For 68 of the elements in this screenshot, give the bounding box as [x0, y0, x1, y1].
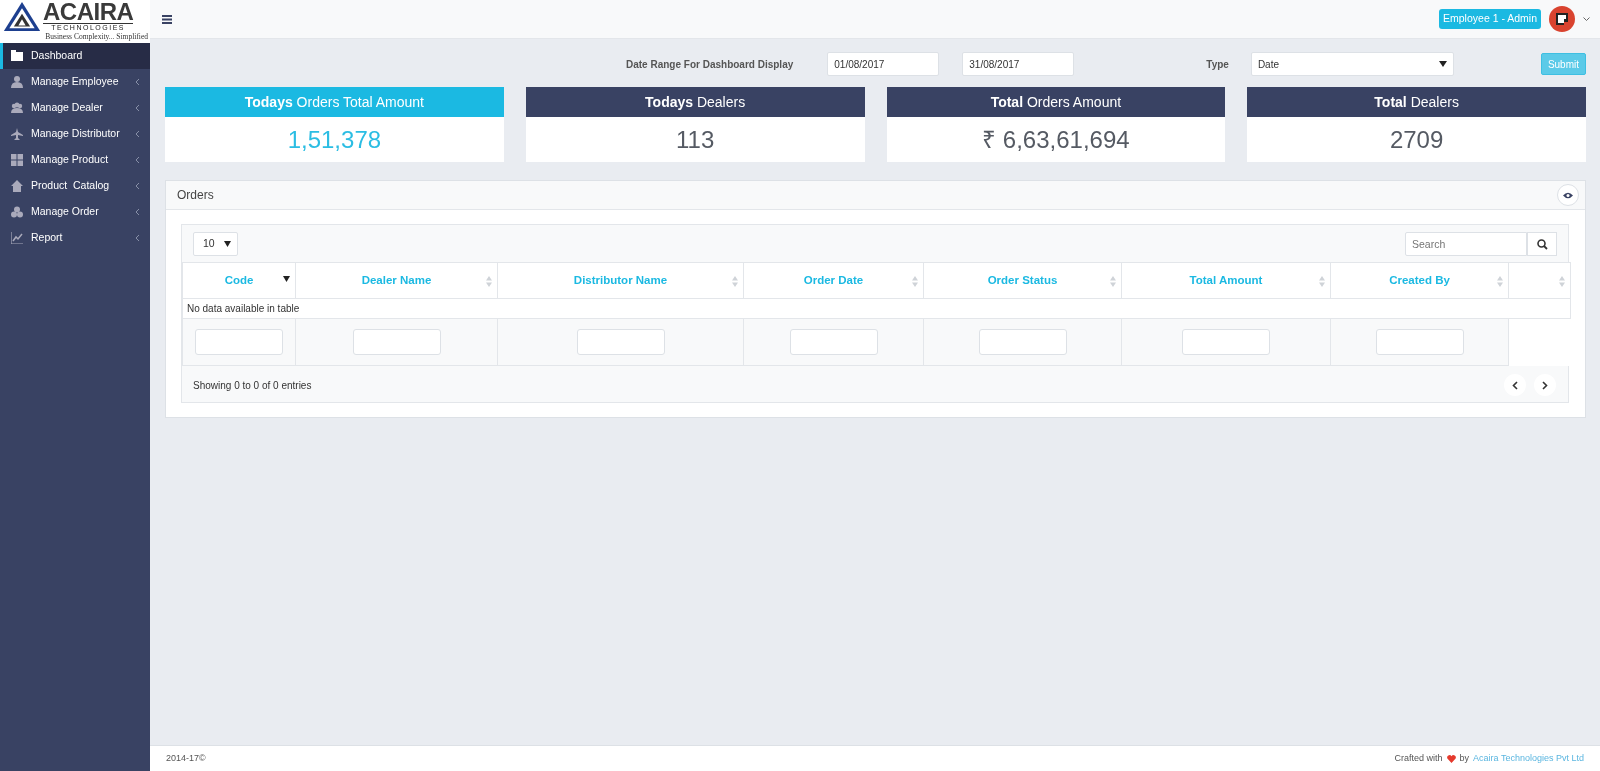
caret-icon [224, 241, 231, 247]
folder-icon [11, 50, 23, 62]
search-field[interactable]: Search [1405, 232, 1527, 256]
person-icon [11, 76, 23, 88]
grid-icon [11, 154, 23, 166]
filter-field[interactable] [789, 329, 878, 355]
sort-icon[interactable] [1319, 276, 1325, 287]
sort-icon[interactable] [912, 276, 918, 287]
filter-field[interactable] [576, 329, 665, 355]
sort-desc-icon[interactable] [283, 276, 290, 282]
circles-icon [11, 206, 23, 218]
stat-title: Total Orders Amount [886, 87, 1226, 117]
next-page-button[interactable] [1534, 374, 1556, 396]
stat-value: ₹ 6,63,61,694 [981, 124, 1131, 155]
sort-icon[interactable] [1110, 276, 1116, 287]
stat-title: Todays Orders Total Amount [165, 87, 504, 117]
date-range-label: Date Range For Dashboard Display [626, 57, 794, 72]
stat-title: Todays Dealers [525, 87, 865, 117]
to-date-field[interactable]: 31/08/2017 [962, 52, 1075, 76]
sidebar-item[interactable]: Product Catalog [0, 173, 150, 199]
airplane-icon [11, 128, 23, 140]
type-select[interactable]: Date [1250, 52, 1454, 76]
user-badge: Employee 1 - Admin [1439, 9, 1541, 29]
filter-field[interactable] [1182, 329, 1270, 355]
sort-icon[interactable] [486, 276, 492, 287]
stat-value: 2709 [1388, 124, 1445, 155]
avatar-icon[interactable] [1549, 6, 1575, 32]
eye-button[interactable] [1557, 184, 1579, 206]
caret-icon [1438, 61, 1447, 67]
type-label: Type [1206, 57, 1229, 72]
credit-text: Crafted with [1394, 751, 1443, 765]
sidebar-item[interactable]: Manage Order [0, 199, 150, 225]
sidebar-item[interactable]: Manage Distributor [0, 121, 150, 147]
people-icon [11, 102, 23, 114]
chevron-left-icon [1512, 380, 1518, 390]
eye-icon [1563, 191, 1573, 199]
stat-value: 1,51,378 [286, 124, 383, 155]
chevron-right-icon [1542, 380, 1548, 390]
sort-icon[interactable] [1559, 276, 1565, 287]
sidebar-item[interactable]: Dashboard [0, 43, 150, 69]
search-button[interactable] [1527, 232, 1557, 256]
heart-icon [1446, 754, 1456, 763]
filter-field[interactable] [352, 329, 441, 355]
menu-icon[interactable] [162, 14, 172, 24]
sort-icon[interactable] [1497, 276, 1503, 287]
stat-title: Total Dealers [1247, 87, 1586, 117]
previous-page-button[interactable] [1504, 374, 1526, 396]
filter-field[interactable] [1375, 329, 1464, 355]
table-info: Showing 0 to 0 of 0 entries [193, 378, 312, 393]
from-date-field[interactable]: 01/08/2017 [827, 52, 940, 76]
sidebar-item[interactable]: Report [0, 225, 150, 251]
empty-message: No data available in table [187, 303, 300, 314]
sort-icon[interactable] [732, 276, 738, 287]
sidebar-item[interactable]: Manage Employee [0, 69, 150, 95]
credit-text: by [1459, 751, 1470, 765]
panel-title: Orders [177, 187, 214, 204]
caret-icon[interactable] [1583, 16, 1590, 22]
sidebar-item[interactable]: Manage Product [0, 147, 150, 173]
copyright-text: 2014-17© [166, 751, 206, 765]
stat-value: 113 [675, 124, 716, 155]
page-length-select[interactable]: 10 [193, 232, 238, 256]
chart-icon [11, 232, 23, 244]
brand-name: ACAIRA [43, 1, 134, 23]
filter-field[interactable] [978, 329, 1067, 355]
filter-field[interactable] [195, 329, 283, 355]
house-icon [11, 180, 23, 192]
sidebar-item[interactable]: Manage Dealer [0, 95, 150, 121]
search-icon [1536, 238, 1548, 250]
